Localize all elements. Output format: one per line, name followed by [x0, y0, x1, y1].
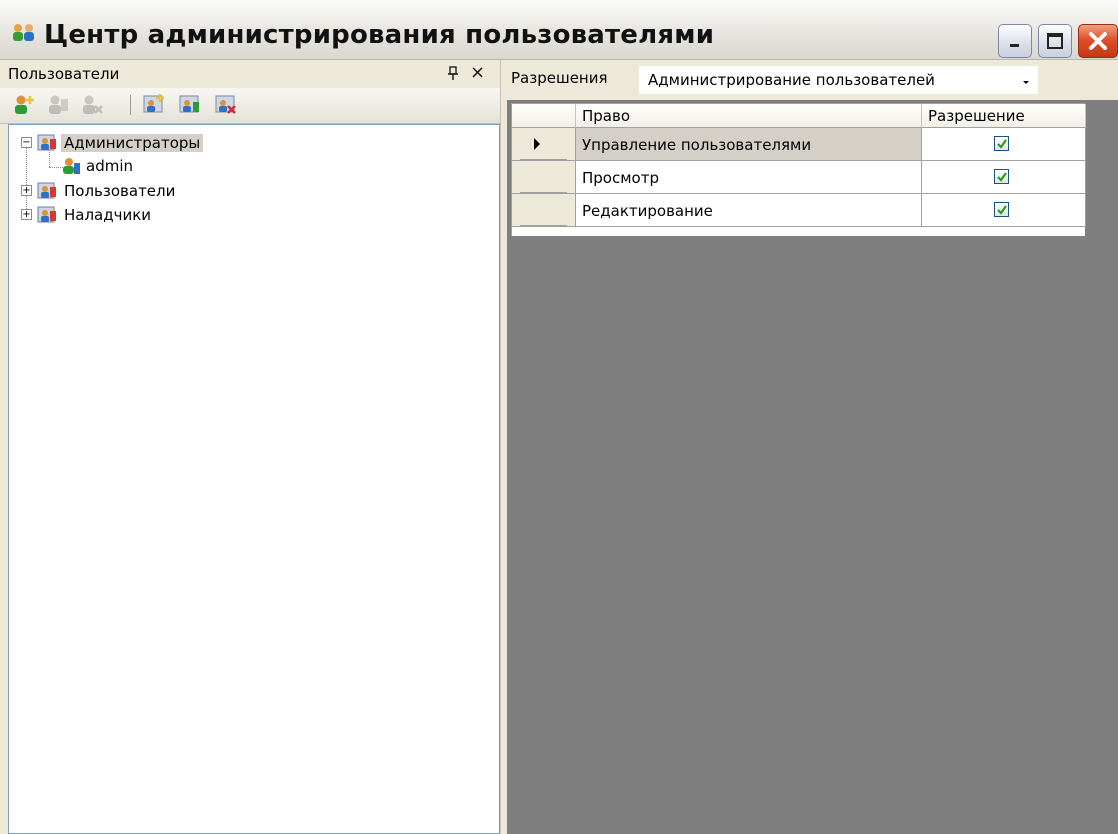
tree-node-label: Пользователи — [64, 182, 176, 200]
tree-node-label: Администраторы — [61, 134, 204, 152]
permissions-panel: Разрешения Администрирование пользовател… — [507, 60, 1118, 834]
delete-group-icon[interactable] — [214, 93, 238, 117]
expand-toggle[interactable]: + — [21, 185, 32, 196]
module-select[interactable]: Администрирование пользователей — [638, 65, 1039, 95]
tree-node-administrators[interactable]: − Администраторы — [9, 132, 489, 154]
users-toolbar — [0, 88, 500, 124]
check-icon — [996, 204, 1007, 215]
edit-group-icon[interactable] — [178, 93, 202, 117]
minimize-button[interactable] — [998, 24, 1032, 58]
expand-toggle[interactable]: + — [21, 209, 32, 220]
collapse-toggle[interactable]: − — [21, 137, 32, 148]
row-header[interactable] — [512, 161, 576, 194]
tree-node-label: admin — [86, 157, 133, 175]
tree-node-adjusters[interactable]: + Наладчики — [9, 204, 489, 226]
permission-cell[interactable] — [922, 128, 1086, 161]
add-user-icon[interactable] — [12, 93, 36, 117]
permission-checkbox[interactable] — [994, 169, 1009, 184]
close-window-button[interactable] — [1078, 24, 1118, 58]
minimize-icon — [1010, 44, 1019, 47]
panel-close-icon[interactable]: × — [470, 62, 485, 83]
permissions-label: Разрешения — [511, 69, 608, 87]
tree-node-admin[interactable]: admin — [9, 155, 489, 177]
tree-node-label: Наладчики — [64, 206, 152, 224]
delete-user-icon — [83, 95, 103, 114]
column-header-label: Право — [582, 107, 631, 125]
edit-user-icon — [49, 95, 68, 114]
right-name: Управление пользователями — [582, 136, 812, 154]
permission-checkbox[interactable] — [994, 202, 1009, 217]
column-header-right[interactable]: Право — [576, 104, 922, 128]
close-icon — [1089, 32, 1107, 50]
current-row-icon — [534, 138, 540, 150]
right-cell[interactable]: Просмотр — [576, 161, 922, 194]
grid-header-row: Право Разрешение — [512, 104, 1086, 128]
permission-cell[interactable] — [922, 161, 1086, 194]
right-name: Редактирование — [582, 202, 713, 220]
right-cell[interactable]: Редактирование — [576, 194, 922, 227]
row-divider — [520, 225, 567, 226]
module-select-value: Администрирование пользователей — [648, 71, 935, 89]
table-row[interactable]: Редактирование — [512, 194, 1086, 227]
permissions-toolbar: Разрешения Администрирование пользовател… — [507, 60, 1118, 100]
table-row[interactable]: Управление пользователями — [512, 128, 1086, 161]
right-name: Просмотр — [582, 169, 659, 187]
users-app-icon — [13, 24, 34, 41]
users-panel-header: Пользователи × — [0, 60, 500, 88]
group-icon — [37, 182, 56, 199]
permission-cell[interactable] — [922, 194, 1086, 227]
group-icon — [37, 134, 56, 151]
right-cell[interactable]: Управление пользователями — [576, 128, 922, 161]
pin-icon[interactable] — [447, 66, 459, 82]
row-header[interactable] — [512, 194, 576, 227]
grid-corner — [512, 104, 576, 128]
tree-node-users[interactable]: + Пользователи — [9, 180, 489, 202]
chevron-down-icon[interactable] — [1021, 74, 1031, 90]
row-divider — [520, 159, 567, 160]
toolbar-separator — [130, 95, 131, 115]
column-header-label: Разрешение — [928, 107, 1025, 125]
maximize-icon — [1047, 33, 1063, 49]
group-icon — [37, 206, 56, 223]
permissions-grid: Право Разрешение Управление пользователя… — [511, 103, 1086, 236]
column-header-permission[interactable]: Разрешение — [922, 104, 1086, 128]
maximize-button[interactable] — [1038, 24, 1072, 58]
title-bar[interactable]: Центр администрирования пользователями — [0, 0, 1118, 60]
row-divider — [520, 192, 567, 193]
check-icon — [996, 171, 1007, 182]
window-title: Центр администрирования пользователями — [44, 20, 715, 50]
user-icon — [63, 158, 80, 174]
permission-checkbox[interactable] — [994, 136, 1009, 151]
users-panel-title: Пользователи — [8, 65, 120, 83]
table-row[interactable]: Просмотр — [512, 161, 1086, 194]
add-group-icon[interactable] — [142, 93, 166, 117]
app-window: Центр администрирования пользователями П… — [0, 0, 1118, 834]
users-panel: Пользователи × − Администраторы admin + … — [0, 60, 507, 834]
pane-splitter[interactable] — [500, 60, 507, 834]
row-header[interactable] — [512, 128, 576, 161]
users-tree[interactable]: − Администраторы admin + Пользователи + … — [8, 124, 500, 834]
check-icon — [996, 138, 1007, 149]
